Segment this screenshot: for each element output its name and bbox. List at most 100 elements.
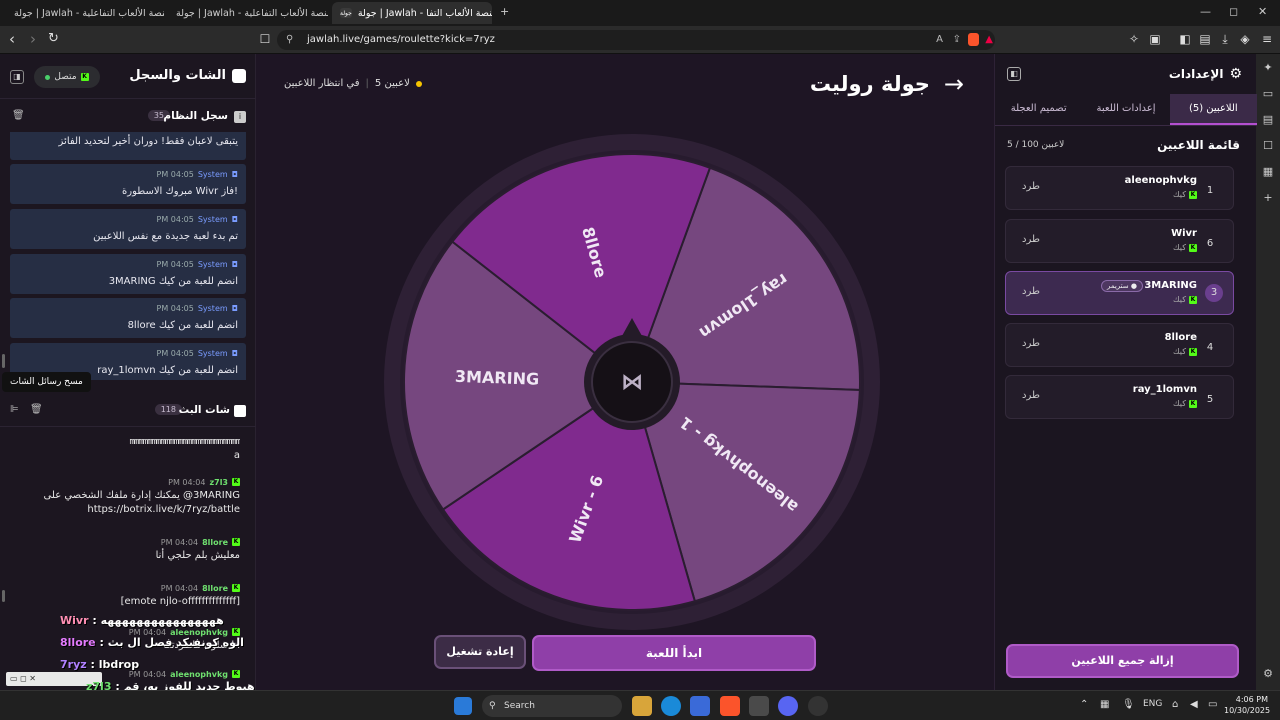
settings-title: الإعدادات [1168, 67, 1224, 81]
media-icon[interactable]: ▣ [1148, 32, 1162, 46]
wallet-sidebar-icon[interactable]: ▤ [1256, 108, 1280, 132]
wallet-icon[interactable]: ▤ [1198, 32, 1212, 46]
menu-icon[interactable]: ≡ [1260, 32, 1274, 46]
add-panel-icon[interactable]: + [1256, 186, 1280, 210]
tab-game-settings[interactable]: إعدادات اللعبة [1082, 94, 1169, 125]
brave-shield-icon[interactable] [968, 33, 979, 46]
player-name: aleenophvkg [1124, 175, 1197, 186]
kick-player-button[interactable]: طرد [1022, 390, 1040, 401]
browser-tab-1[interactable]: جولة | Jawlah - منصة الألعاب التفاعلية ج… [6, 2, 164, 24]
start-game-button[interactable]: ابدأ اللعبة [532, 635, 816, 671]
system-message-text: 3MARING انضم للعبة من كيك [108, 276, 238, 287]
kick-player-button[interactable]: طرد [1022, 181, 1040, 192]
remove-all-players-button[interactable]: إزالة جميع اللاعبين [1006, 644, 1239, 678]
tab-wheel-design[interactable]: تصميم العجلة [995, 94, 1082, 125]
back-arrow-icon[interactable]: → [944, 72, 964, 96]
player-row: 3 3MARING ستريمر ● كيك K طرد [1005, 271, 1234, 315]
clear-chat-trash-icon[interactable]: 🗑 [30, 404, 43, 415]
chat-panel: ◨ متصل K الشات والسجل 🗑 35 سجل النظام i … [0, 54, 256, 690]
reload-icon[interactable]: ↻ [48, 31, 59, 47]
chat-message: PM 04:04 aleenophvkg K أنا شلون ماطردتك [10, 628, 240, 651]
reading-list-icon[interactable]: ▭ [1256, 82, 1280, 106]
back-icon[interactable]: ‹ [9, 31, 15, 47]
message-time: PM 04:05 [156, 349, 194, 358]
browser-tab-3-active[interactable]: جولة جولة | Jawlah - منصة الألعاب التفا … [332, 2, 492, 24]
tray-overflow-icon[interactable]: ⌃ [1080, 699, 1088, 710]
microphone-icon[interactable]: 🎙 [1122, 699, 1135, 710]
minimize-icon[interactable]: — [1200, 5, 1211, 18]
platform-label: كيك [1173, 399, 1186, 408]
kick-player-button[interactable]: طرد [1022, 234, 1040, 245]
kick-icon: K [1189, 347, 1197, 356]
taskbar-clock[interactable]: 4:06 PM 10/30/2025 [1224, 694, 1270, 716]
sidebar-settings-icon[interactable]: ⚙ [1256, 662, 1280, 686]
vpn-shield-icon[interactable]: ◈ [1238, 32, 1252, 46]
discord-icon[interactable] [778, 696, 798, 716]
language-indicator[interactable]: ENG [1143, 699, 1162, 709]
message-meta: PM 04:05 System ◘ [157, 215, 239, 224]
roulette-wheel[interactable]: ray_1lomvnaleenophvkg - 1Wivr - 63MARING… [382, 132, 882, 632]
collapse-panel-icon[interactable]: ◨ [10, 70, 24, 84]
ai-chat-icon[interactable]: ✦ [1256, 56, 1280, 80]
close-window-icon[interactable]: ✕ [1258, 5, 1267, 18]
brave-icon[interactable] [720, 696, 740, 716]
bookmark-icon[interactable]: ☐ [258, 32, 272, 46]
message-time: PM 04:05 [156, 304, 194, 313]
message-meta: PM 04:04 8llore K [10, 538, 240, 547]
scroll-lock-icon[interactable]: ⊫ [10, 404, 19, 415]
collapse-settings-icon[interactable]: ◧ [1007, 67, 1021, 81]
player-platform: كيك K [1173, 399, 1197, 408]
message-time: PM 04:05 [156, 215, 194, 224]
players-list-count: 5 / 100 لاعبين [1007, 140, 1065, 150]
volume-icon[interactable]: ◀ [1190, 699, 1198, 710]
battery-icon[interactable]: ▭ [1208, 699, 1217, 710]
edge-icon[interactable] [661, 696, 681, 716]
store-icon[interactable] [690, 696, 710, 716]
translate-icon[interactable]: A [936, 30, 943, 50]
tab-title: جولة | Jawlah - منصة الألعاب التفاعلية [176, 7, 328, 19]
tab-players[interactable]: اللاعبين (5) [1169, 94, 1257, 125]
message-sender: System [197, 170, 228, 179]
extensions-icon[interactable]: ✧ [1127, 32, 1141, 46]
maximize-icon[interactable]: ◻ [1229, 5, 1238, 18]
taskbar-search[interactable]: ⚲ Search [482, 695, 622, 717]
message-time: PM 04:05 [156, 260, 194, 269]
message-sender: aleenophvkg [170, 628, 228, 637]
rewards-icon[interactable]: ▲ [985, 30, 993, 50]
online-dot-icon [45, 74, 51, 80]
search-icon: ⚲ [489, 701, 496, 711]
kick-player-button[interactable]: طرد [1022, 286, 1040, 297]
platform-label: كيك [1173, 190, 1186, 199]
file-explorer-icon[interactable] [632, 696, 652, 716]
bookmarks-sidebar-icon[interactable]: ☐ [1256, 134, 1280, 158]
network-icon[interactable]: ⌂ [1172, 699, 1178, 710]
sidebar-toggle-icon[interactable]: ◧ [1178, 32, 1192, 46]
scrollbar-thumb[interactable] [2, 354, 5, 368]
chrome-icon[interactable] [749, 696, 769, 716]
url-input[interactable]: ⚲ jawlah.live/games/roulette?kick=7ryz A… [277, 30, 995, 50]
browser-tab-2[interactable]: جولة | Jawlah - منصة الألعاب التفاعلية ج… [168, 2, 328, 24]
player-number: 3 [1205, 284, 1223, 302]
downloads-icon[interactable]: ⤓ [1218, 32, 1232, 46]
site-info-icon[interactable]: ⚲ [286, 30, 293, 50]
message-sender: aleenophvkg [170, 670, 228, 679]
tab-title: جولة | Jawlah - منصة الألعاب التفا [357, 7, 492, 19]
app-icon[interactable] [808, 696, 828, 716]
player-name: Wivr [1171, 228, 1197, 239]
system-message: PM 04:05 System ◘ 3MARING انضم للعبة من كي… [10, 254, 246, 294]
history-icon[interactable]: ▦ [1256, 160, 1280, 184]
kick-player-button[interactable]: طرد [1022, 338, 1040, 349]
tray-apps-icon[interactable]: ▦ [1100, 699, 1109, 710]
share-icon[interactable]: ⇪ [953, 30, 961, 50]
restart-button[interactable]: إعادة تشغيل [434, 635, 526, 669]
windows-start-icon[interactable] [454, 697, 472, 715]
chat-message-link[interactable]: https://botrix.live/k/7ryz/battle [10, 504, 240, 515]
chat-message-text: أنا شلون ماطردتك [163, 640, 240, 651]
forward-icon[interactable]: › [30, 31, 36, 47]
scrollbar-thumb[interactable] [2, 590, 5, 602]
system-message: يتبقى لاعبان فقط! دوران أخير لتحديد الفا… [10, 132, 246, 160]
stream-chat-list: mmmmmmmmmmmmmmmmmmmmmmmmm a PM 04:04 z7l3… [0, 432, 256, 690]
new-tab-icon[interactable]: + [500, 5, 509, 18]
player-name: ray_1lomvn [1132, 384, 1197, 395]
trash-icon[interactable]: 🗑 [12, 110, 25, 121]
